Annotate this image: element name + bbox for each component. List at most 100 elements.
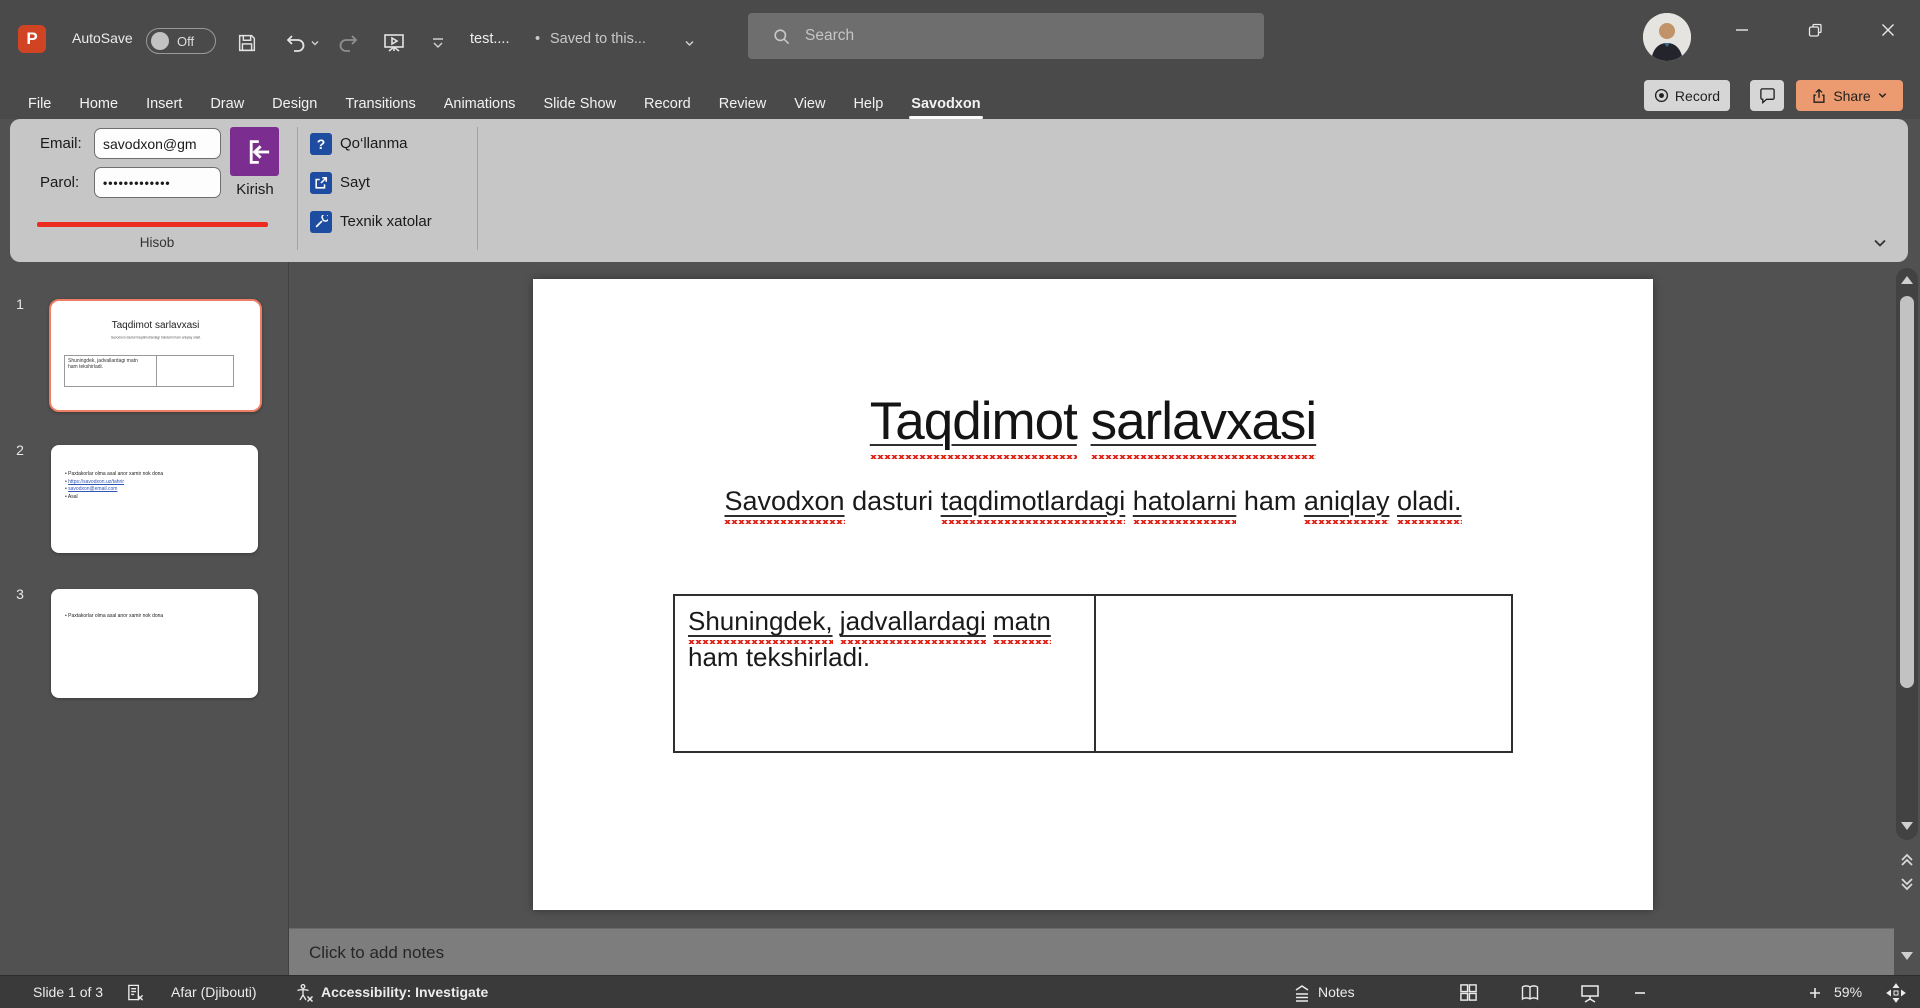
accessibility-icon[interactable] (294, 983, 314, 1003)
start-slideshow-icon[interactable] (381, 30, 407, 56)
tab-home[interactable]: Home (65, 90, 132, 118)
customize-toolbar-icon[interactable] (428, 30, 448, 56)
login-icon (238, 135, 272, 169)
slide-thumbnail-1[interactable]: Taqdimot sarlavxasi Savodxon dasturi taq… (49, 299, 262, 412)
search-bar[interactable] (748, 13, 1264, 59)
tab-animations[interactable]: Animations (430, 90, 530, 118)
ribbon-group-label: Hisob (26, 235, 288, 250)
misspelled-word: taqdimotlardagi (941, 486, 1126, 524)
slide-table[interactable]: Shuningdek, jadvallardagi matn ham teksh… (673, 594, 1513, 753)
tab-view[interactable]: View (780, 90, 839, 118)
texnik-xatolar-button[interactable]: Texnik xatolar (340, 211, 432, 233)
share-button[interactable]: Share (1796, 80, 1903, 111)
wrench-icon (310, 211, 332, 233)
tab-design[interactable]: Design (258, 90, 331, 118)
notes-pane[interactable]: Click to add notes (289, 928, 1894, 975)
misspelled-word: oladi. (1397, 486, 1462, 524)
autosave-toggle[interactable]: Off (146, 28, 216, 54)
zoom-out-icon[interactable] (1633, 983, 1647, 1002)
word: dasturi (852, 486, 933, 516)
misspelled-word: sarlavxasi (1091, 392, 1317, 459)
misspelled-word: Savodxon (724, 486, 844, 524)
zoom-level[interactable]: 59% (1834, 976, 1862, 1008)
slide-thumbnail-3[interactable]: • Paxtakorlar olma asal anor xamir nok d… (51, 589, 258, 698)
tab-slide-show[interactable]: Slide Show (529, 90, 630, 118)
share-icon (1811, 88, 1827, 104)
save-icon[interactable] (234, 30, 260, 56)
close-button[interactable] (1865, 0, 1911, 60)
tab-record[interactable]: Record (630, 90, 705, 118)
view-slideshow-icon[interactable] (1580, 983, 1600, 1003)
zoom-in-icon[interactable] (1808, 983, 1822, 1002)
save-status[interactable]: Saved to this... (550, 31, 646, 47)
fit-to-window-icon[interactable] (1886, 983, 1906, 1003)
redo-icon[interactable] (335, 30, 361, 56)
email-label: Email: (40, 135, 82, 152)
sayt-button[interactable]: Sayt (340, 172, 370, 194)
document-title[interactable]: test.... (470, 31, 510, 47)
tab-file[interactable]: File (14, 90, 65, 118)
share-dropdown-icon (1877, 90, 1888, 101)
filename-dropdown-icon[interactable] (680, 30, 698, 56)
search-icon (772, 27, 791, 46)
previous-slide-icon[interactable] (1898, 850, 1916, 868)
scroll-up-icon[interactable] (1901, 276, 1913, 284)
slide-thumbnail-2[interactable]: • Paxtakorlar olma asal anor xamir nok d… (51, 445, 258, 553)
autosave-state: Off (177, 34, 194, 49)
panel-splitter[interactable] (288, 262, 289, 975)
thumb-table: Shuningdek, jadvallardagi matn ham teksh… (64, 355, 234, 387)
record-button[interactable]: Record (1644, 80, 1730, 111)
language-indicator[interactable]: Afar (Djibouti) (171, 976, 257, 1008)
thumb-subtitle: Savodxon dasturi taqdimotlardagi hatolar… (110, 336, 200, 339)
scroll-down-icon[interactable] (1901, 822, 1913, 830)
search-input[interactable] (803, 26, 1227, 46)
undo-icon[interactable] (283, 30, 309, 56)
qollanma-button[interactable]: Qo‘llanma (340, 133, 408, 155)
kirish-button[interactable] (230, 127, 279, 176)
thumb-table-divider (156, 356, 157, 386)
slide-number: 2 (10, 442, 30, 458)
next-slide-icon[interactable] (1898, 876, 1916, 894)
notes-toggle-label[interactable]: Notes (1318, 976, 1355, 1008)
scrollbar-thumb[interactable] (1900, 296, 1914, 688)
slide-subtitle[interactable]: Savodxon dasturi taqdimotlardagi hatolar… (533, 486, 1653, 517)
record-icon (1654, 88, 1669, 103)
view-reading-icon[interactable] (1520, 983, 1540, 1003)
minimize-button[interactable] (1719, 0, 1765, 60)
tab-insert[interactable]: Insert (132, 90, 196, 118)
misspelled-word: matn (993, 606, 1051, 644)
spellcheck-icon[interactable] (126, 983, 145, 1002)
tab-savodxon[interactable]: Savodxon (897, 90, 994, 118)
accessibility-status[interactable]: Accessibility: Investigate (321, 976, 488, 1008)
view-sorter-icon[interactable] (1459, 983, 1478, 1002)
misspelled-word: Shuningdek, (688, 606, 833, 644)
restore-button[interactable] (1792, 0, 1838, 60)
collapse-ribbon-icon[interactable] (1868, 231, 1892, 255)
help-icon: ? (310, 133, 332, 155)
record-label: Record (1675, 88, 1720, 104)
slide-canvas[interactable]: Taqdimot sarlavxasi Savodxon dasturi taq… (533, 279, 1653, 910)
misspelled-word: jadvallardagi (840, 606, 986, 644)
slide-number: 1 (10, 296, 30, 312)
slide-counter[interactable]: Slide 1 of 3 (33, 976, 103, 1008)
table-cell-text[interactable]: Shuningdek, jadvallardagi matn ham teksh… (688, 603, 1078, 675)
comments-button[interactable] (1750, 80, 1784, 111)
tab-draw[interactable]: Draw (196, 90, 258, 118)
thumb-bullet: • Paxtakorlar olma asal anor xamir nok d… (65, 613, 252, 621)
parol-field[interactable] (94, 167, 221, 198)
user-avatar[interactable] (1643, 13, 1691, 61)
word: ham (688, 642, 739, 672)
tab-transitions[interactable]: Transitions (331, 90, 429, 118)
notes-placeholder[interactable]: Click to add notes (309, 943, 444, 963)
tab-review[interactable]: Review (705, 90, 781, 118)
notes-scroll-down-icon[interactable] (1901, 952, 1913, 960)
slide-title[interactable]: Taqdimot sarlavxasi (533, 391, 1653, 452)
email-field[interactable] (94, 128, 221, 159)
external-link-icon (310, 172, 332, 194)
thumb-bullets: • Paxtakorlar olma asal anor xamir nok d… (65, 613, 252, 621)
group-divider (297, 127, 298, 250)
undo-dropdown-icon[interactable] (308, 30, 322, 56)
tab-help[interactable]: Help (839, 90, 897, 118)
notes-toggle-icon[interactable] (1292, 983, 1312, 1003)
powerpoint-logo-icon[interactable]: P (18, 25, 46, 53)
